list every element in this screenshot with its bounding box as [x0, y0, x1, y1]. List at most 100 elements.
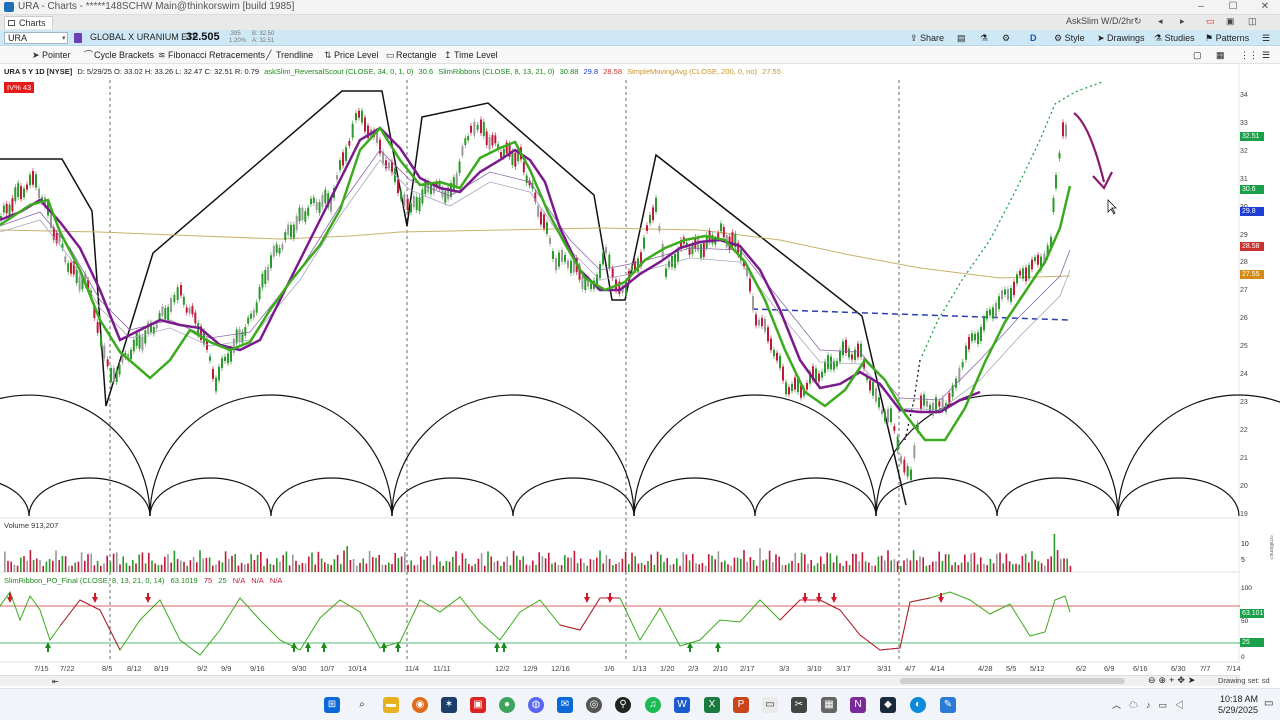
- photos-icon[interactable]: ✎: [940, 697, 956, 713]
- style-button[interactable]: ⚙ Style: [1054, 31, 1085, 45]
- patterns-button[interactable]: ⚑ Patterns: [1205, 31, 1249, 45]
- candle-body: [854, 349, 856, 361]
- flask-icon[interactable]: ⚗: [980, 31, 988, 45]
- excel-icon[interactable]: X: [704, 697, 720, 713]
- tool-trendline-label: Trendline: [276, 50, 314, 60]
- notifications-icon[interactable]: ▭: [1264, 698, 1273, 709]
- system-clock[interactable]: 10:18 AM 5/29/2025: [1210, 694, 1258, 716]
- volume-bar: [362, 558, 364, 572]
- volume-icon[interactable]: ◁: [1175, 700, 1192, 710]
- file-explorer-icon[interactable]: ▬: [383, 697, 399, 713]
- volume-bar: [951, 565, 953, 572]
- firefox-icon[interactable]: ◉: [412, 697, 428, 713]
- chevron-down-icon[interactable]: ▾: [62, 34, 66, 42]
- scrollbar-thumb[interactable]: [900, 678, 1125, 684]
- grid-layout-icon[interactable]: ▦: [1216, 49, 1225, 62]
- calculator-icon[interactable]: ▦: [821, 697, 837, 713]
- powerpoint-icon[interactable]: P: [733, 697, 749, 713]
- volume-bar: [164, 556, 166, 572]
- tool-fibonacci[interactable]: ≋ Fibonacci Retracements: [158, 49, 265, 62]
- pdf-icon[interactable]: ▣: [470, 697, 486, 713]
- oscillator-label[interactable]: SlimRibbon_PO_Final (CLOSE, 8, 13, 21, 0…: [4, 576, 165, 585]
- edge-icon[interactable]: ◐: [910, 697, 926, 713]
- back-icon[interactable]: ◂: [1158, 16, 1163, 27]
- display-icon[interactable]: ▭: [1159, 700, 1176, 710]
- tool-cycle-brackets[interactable]: ⌒Cycle Brackets: [84, 49, 154, 62]
- candle-body: [564, 254, 566, 262]
- symbol-input[interactable]: URA: [4, 32, 68, 44]
- more-icon[interactable]: ⋮⋮: [1240, 49, 1258, 62]
- mic-icon[interactable]: ♪: [1146, 700, 1159, 710]
- tool-trendline[interactable]: ╱ Trendline: [266, 49, 313, 62]
- zoom-out-icon[interactable]: ⊖: [1148, 675, 1159, 685]
- volume-bar: [656, 551, 659, 572]
- zoom-controls[interactable]: ⊖⊕+✥➤: [1148, 675, 1198, 686]
- close-window-button[interactable]: ✕: [1250, 0, 1280, 14]
- forward-icon[interactable]: ▸: [1180, 16, 1185, 27]
- spotify-icon[interactable]: ♫: [645, 697, 661, 713]
- recorder-icon[interactable]: ◎: [586, 697, 602, 713]
- menu-icon[interactable]: ☰: [1262, 31, 1270, 45]
- volume-bar: [170, 562, 172, 572]
- start-icon[interactable]: ⊞: [324, 697, 340, 713]
- candle-body: [961, 361, 964, 368]
- discord-icon[interactable]: ◍: [528, 697, 544, 713]
- search-icon[interactable]: ⌕: [354, 697, 370, 713]
- app-icon[interactable]: ◆: [880, 697, 896, 713]
- grid-icon[interactable]: ▤: [957, 31, 966, 45]
- time-tick: 2/10: [713, 664, 728, 673]
- drawing-toolbar: ➤ Pointer ⌒Cycle Brackets ≋ Fibonacci Retr…: [0, 47, 1280, 64]
- outlook-icon[interactable]: ✉: [557, 697, 573, 713]
- gear-icon[interactable]: ⚙: [1002, 31, 1010, 45]
- chrome-icon[interactable]: ●: [499, 697, 515, 713]
- share-button[interactable]: ⇪ Share: [910, 31, 944, 45]
- system-tray[interactable]: ︿☁♪▭◁: [1112, 698, 1192, 711]
- tray-chevron-icon[interactable]: ︿: [1112, 700, 1129, 710]
- tool-time-level[interactable]: ↥ Time Level: [444, 49, 498, 62]
- tool-pointer[interactable]: ➤ Pointer: [32, 49, 71, 62]
- zoom-in-icon[interactable]: ⊕: [1159, 675, 1170, 685]
- expand-icon[interactable]: ⇤: [52, 677, 59, 686]
- volume-bar: [103, 563, 105, 572]
- minimize-button[interactable]: –: [1186, 0, 1216, 14]
- cloud-icon[interactable]: ☁: [1129, 700, 1146, 710]
- word-icon[interactable]: W: [674, 697, 690, 713]
- volume-bar: [528, 565, 531, 572]
- time-scrollbar[interactable]: ⇤: [0, 675, 1240, 686]
- single-panel-icon[interactable]: ▢: [1193, 49, 1202, 62]
- candle-body: [549, 237, 551, 244]
- pan-icon[interactable]: ✥: [1177, 675, 1188, 685]
- refresh-icon[interactable]: ↻: [1134, 16, 1142, 27]
- terminal-icon[interactable]: ▭: [762, 697, 778, 713]
- volume-bar: [55, 550, 57, 572]
- candle-body: [697, 237, 700, 251]
- candle-body: [461, 146, 464, 156]
- drawings-button[interactable]: ➤ Drawings: [1097, 31, 1145, 45]
- price-tag: 28.58: [1240, 242, 1264, 251]
- volume-bar: [685, 554, 688, 572]
- price-tag: 32.51: [1240, 132, 1264, 141]
- volume-bar: [234, 553, 236, 572]
- snipping-icon[interactable]: ✂: [791, 697, 807, 713]
- tool-rectangle[interactable]: ▭Rectangle: [386, 49, 437, 62]
- aggregation-button[interactable]: D: [1030, 31, 1037, 45]
- new-window-icon[interactable]: ◫: [1248, 16, 1257, 27]
- volume-bar: [682, 552, 684, 572]
- thinkorswim-icon[interactable]: ✶: [441, 697, 457, 713]
- studies-button[interactable]: ⚗ Studies: [1154, 31, 1195, 45]
- maps-icon[interactable]: ⚲: [615, 697, 631, 713]
- tool-price-level[interactable]: ⇅ Price Level: [324, 49, 379, 62]
- tab-charts[interactable]: Charts: [4, 16, 53, 29]
- link-group-icon[interactable]: [74, 33, 82, 43]
- layout-icon[interactable]: ▣: [1226, 16, 1235, 27]
- options-icon[interactable]: ☰: [1262, 49, 1270, 62]
- flag-icon[interactable]: ▭: [1206, 16, 1215, 27]
- volume-bar: [359, 562, 361, 572]
- volume-bar: [624, 551, 627, 572]
- pointer-small-icon[interactable]: ➤: [1188, 675, 1199, 685]
- time-tick: 1/20: [660, 664, 675, 673]
- volume-bar: [7, 560, 9, 572]
- volume-bar: [535, 564, 537, 572]
- onenote-icon[interactable]: N: [850, 697, 866, 713]
- maximize-button[interactable]: ☐: [1218, 0, 1248, 14]
